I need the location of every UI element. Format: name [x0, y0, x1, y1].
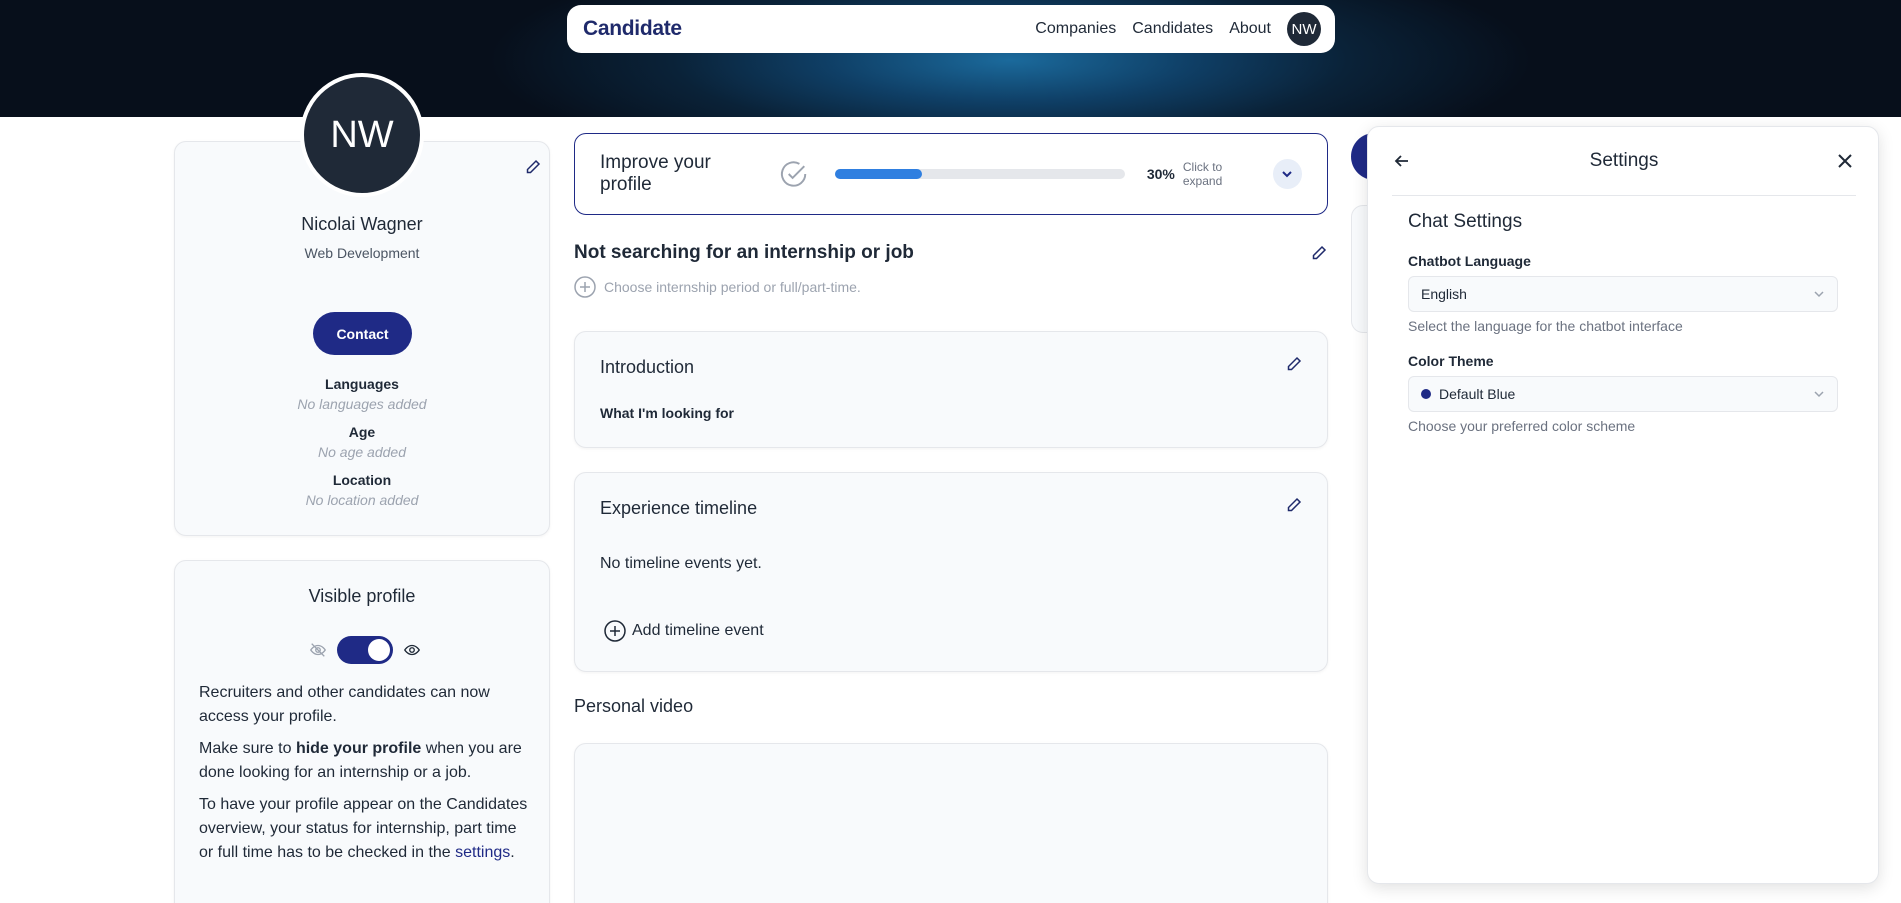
eye-off-icon: [310, 643, 326, 657]
location-value: No location added: [305, 492, 419, 508]
text-2-pre: Make sure to: [199, 740, 296, 757]
color-theme-help: Choose your preferred color scheme: [1408, 418, 1636, 434]
chatbot-language-label: Chatbot Language: [1408, 253, 1531, 269]
profile-role: Web Development: [304, 245, 420, 261]
chevron-down-icon: [1814, 391, 1824, 398]
experience-title: Experience timeline: [600, 498, 758, 518]
progress-bar: [834, 169, 1125, 179]
settings-panel: Settings Chat Settings Chatbot Language …: [1367, 126, 1879, 884]
nav-links: Companies Candidates About NW: [1035, 12, 1321, 46]
personal-video-card: [574, 743, 1328, 903]
chat-settings-heading: Chat Settings: [1408, 211, 1523, 232]
visible-profile-text-1: Recruiters and other candidates can now …: [199, 684, 490, 725]
nav-link-companies[interactable]: Companies: [1035, 20, 1116, 38]
color-theme-select[interactable]: Default Blue: [1408, 376, 1838, 412]
improve-profile-card[interactable]: Improve your profile 30% Click to expand: [574, 133, 1328, 215]
introduction-subtitle: What I'm looking for: [600, 405, 734, 421]
settings-link[interactable]: settings: [455, 844, 510, 861]
chevron-down-icon: [1282, 171, 1293, 178]
close-icon[interactable]: [1834, 150, 1856, 172]
profile-name: Nicolai Wagner: [301, 214, 423, 234]
edit-status-icon[interactable]: [1311, 245, 1327, 261]
edit-experience-icon[interactable]: [1286, 497, 1302, 513]
age-label: Age: [348, 424, 376, 440]
user-avatar[interactable]: NW: [1287, 12, 1321, 46]
expand-hint: Click to expand: [1182, 160, 1223, 188]
experience-card: Experience timeline No timeline events y…: [574, 472, 1328, 672]
chevron-down-icon: [1814, 291, 1824, 298]
add-timeline-event-button[interactable]: Add timeline event: [604, 620, 764, 642]
expand-button[interactable]: [1272, 159, 1302, 189]
search-status-title: Not searching for an internship or job: [574, 242, 914, 263]
color-theme-label: Color Theme: [1408, 353, 1494, 369]
profile-avatar: NW: [300, 73, 424, 197]
age-value: No age added: [318, 444, 406, 460]
languages-label: Languages: [325, 376, 399, 392]
nav-link-about[interactable]: About: [1229, 20, 1271, 38]
search-status-hint-text: Choose internship period or full/part-ti…: [604, 279, 861, 295]
visible-profile-text-3: To have your profile appear on the Candi…: [199, 793, 529, 865]
languages-value: No languages added: [297, 396, 427, 412]
nav-link-candidates[interactable]: Candidates: [1132, 20, 1213, 38]
improve-profile-title: Improve your profile: [600, 152, 711, 195]
toggle-knob: [368, 639, 390, 661]
add-timeline-event-label: Add timeline event: [632, 622, 764, 639]
profile-card: Nicolai Wagner Web Development Contact L…: [174, 141, 550, 536]
progress-percent: 30%: [1146, 166, 1175, 182]
timeline-empty-text: No timeline events yet.: [600, 555, 762, 572]
eye-icon: [404, 644, 420, 656]
introduction-card: Introduction What I'm looking for: [574, 331, 1328, 448]
visible-profile-title: Visible profile: [308, 586, 416, 606]
chatbot-language-value: English: [1421, 286, 1467, 302]
text-3-post: .: [510, 844, 515, 861]
visibility-toggle-row: [309, 636, 421, 664]
text-2-bold: hide your profile: [295, 740, 422, 757]
check-circle-icon: [780, 161, 806, 187]
visible-profile-card: Visible profile Recruiters and other can…: [174, 560, 550, 903]
chatbot-language-select[interactable]: English: [1408, 276, 1838, 312]
personal-video-title: Personal video: [574, 696, 694, 716]
plus-circle-icon: [574, 276, 596, 298]
visible-profile-text-2: Make sure to hide your profile when you …: [199, 737, 529, 785]
edit-profile-icon[interactable]: [525, 159, 541, 175]
theme-color-dot: [1421, 389, 1431, 399]
settings-title: Settings: [1589, 150, 1659, 171]
edit-introduction-icon[interactable]: [1286, 356, 1302, 372]
top-navbar: Candidate Companies Candidates About NW: [567, 5, 1335, 53]
location-label: Location: [332, 472, 392, 488]
search-status-hint[interactable]: Choose internship period or full/part-ti…: [574, 276, 861, 298]
contact-button[interactable]: Contact: [313, 312, 412, 355]
header-banner: Candidate Companies Candidates About NW: [0, 0, 1901, 117]
plus-circle-icon: [604, 620, 626, 642]
introduction-title: Introduction: [600, 357, 695, 377]
progress-fill: [834, 169, 922, 179]
back-arrow-icon[interactable]: [1392, 151, 1412, 171]
chatbot-language-help: Select the language for the chatbot inte…: [1408, 318, 1683, 334]
color-theme-value: Default Blue: [1439, 386, 1516, 402]
logo[interactable]: Candidate: [583, 17, 682, 41]
visibility-toggle[interactable]: [337, 636, 393, 664]
settings-header: Settings: [1392, 127, 1856, 196]
